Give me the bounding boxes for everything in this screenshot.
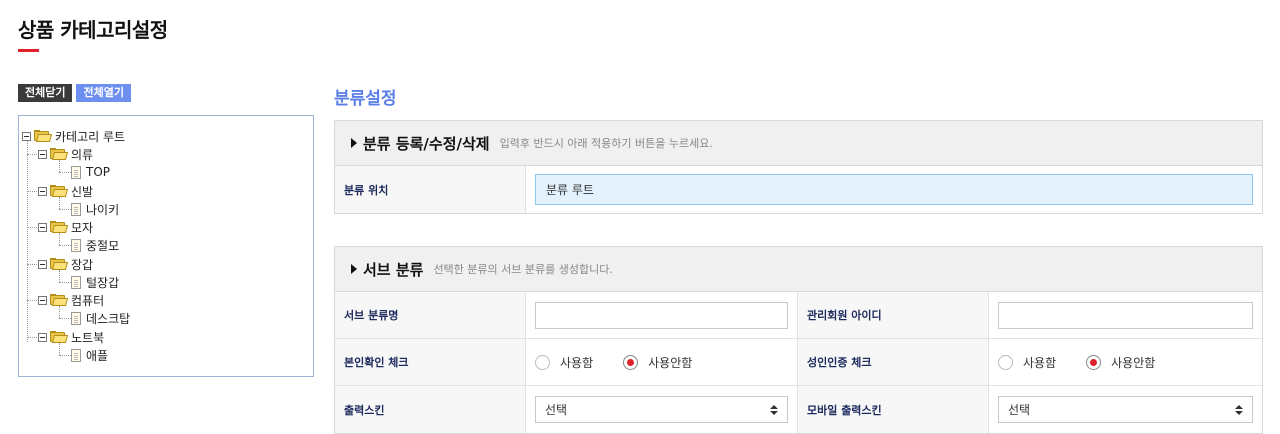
adult-not-use-radio[interactable]: 사용안함 xyxy=(1086,354,1155,371)
tree-node-label: 애플 xyxy=(86,348,109,363)
radio-checked-icon xyxy=(1086,354,1102,370)
tree-node-label: 의류 xyxy=(71,147,94,162)
collapse-toggle-icon[interactable] xyxy=(38,186,47,196)
location-field[interactable]: 분류 루트 xyxy=(535,174,1253,205)
sub-category-panel: 서브 분류 선택한 분류의 서브 분류를 생성합니다. 서브 분류명 관리회원 … xyxy=(334,246,1263,434)
title-underline xyxy=(18,49,39,52)
select-arrows-icon xyxy=(770,404,778,415)
caret-right-icon xyxy=(351,264,357,274)
sub-name-label: 서브 분류명 xyxy=(335,292,526,338)
skin-label: 출력스킨 xyxy=(335,386,526,433)
radio-unchecked-icon xyxy=(998,354,1013,370)
admin-id-input[interactable] xyxy=(998,301,1253,329)
tree-node-leaf[interactable]: TOP xyxy=(71,163,110,181)
section-title: 분류설정 xyxy=(334,89,397,109)
mobile-skin-select[interactable]: 선택 xyxy=(998,396,1253,423)
folder-open-icon xyxy=(50,185,69,197)
name-row: 서브 분류명 관리회원 아이디 xyxy=(335,292,1262,339)
document-icon xyxy=(71,165,81,179)
tree-node-label: 카테고리 루트 xyxy=(55,129,126,144)
panel-header: 분류 등록/수정/삭제 입력후 반드시 아래 적용하기 버튼을 누르세요. xyxy=(335,121,1262,166)
tree-node-label: 털장갑 xyxy=(86,275,120,290)
collapse-toggle-icon[interactable] xyxy=(38,295,47,305)
identity-use-radio[interactable]: 사용함 xyxy=(535,354,593,371)
collapse-toggle-icon[interactable] xyxy=(38,222,47,232)
tree-node-group[interactable]: 노트북 xyxy=(38,328,104,346)
panel-header: 서브 분류 선택한 분류의 서브 분류를 생성합니다. xyxy=(335,247,1262,292)
panel-hint: 선택한 분류의 서브 분류를 생성합니다. xyxy=(433,263,613,276)
panel-heading: 분류 등록/수정/삭제 xyxy=(363,134,490,153)
tree-node-label: 노트북 xyxy=(71,330,105,345)
admin-id-label: 관리회원 아이디 xyxy=(798,292,989,338)
tree-node-group[interactable]: 컴퓨터 xyxy=(38,291,104,309)
document-icon xyxy=(71,202,81,216)
panel-hint: 입력후 반드시 아래 적용하기 버튼을 누르세요. xyxy=(499,137,713,150)
tree-node-group[interactable]: 신발 xyxy=(38,182,93,200)
folder-open-icon xyxy=(50,148,69,160)
location-label: 분류 위치 xyxy=(335,166,526,213)
collapse-toggle-icon[interactable] xyxy=(38,332,47,342)
tree-node-leaf[interactable]: 털장갑 xyxy=(71,273,119,291)
tree-node-leaf[interactable]: 데스크탑 xyxy=(71,309,130,327)
radio-label: 사용안함 xyxy=(1111,355,1156,370)
select-value: 선택 xyxy=(545,403,568,417)
tree-node-label: 장갑 xyxy=(71,257,94,272)
tree-node-label: 신발 xyxy=(71,184,94,199)
caret-right-icon xyxy=(351,138,357,148)
tree-node-root[interactable]: 카테고리 루트 xyxy=(22,127,125,145)
folder-open-icon xyxy=(50,258,69,270)
tree-node-group[interactable]: 장갑 xyxy=(38,255,93,273)
panel-heading: 서브 분류 xyxy=(363,260,424,279)
category-tree: 카테고리 루트 의류 TOP 신발 나이키 모자 중절모 장갑 털장갑 컴퓨터 … xyxy=(18,115,314,377)
edit-category-panel: 분류 등록/수정/삭제 입력후 반드시 아래 적용하기 버튼을 누르세요. 분류… xyxy=(334,120,1263,214)
select-value: 선택 xyxy=(1008,403,1031,417)
tree-node-label: 컴퓨터 xyxy=(71,293,105,308)
document-icon xyxy=(71,311,81,325)
tree-node-label: 중절모 xyxy=(86,238,120,253)
skin-row: 출력스킨 선택 모바일 출력스킨 선택 xyxy=(335,386,1262,433)
collapse-toggle-icon[interactable] xyxy=(38,149,47,159)
radio-label: 사용안함 xyxy=(648,355,693,370)
tree-node-label: 모자 xyxy=(71,220,94,235)
tree-node-leaf[interactable]: 나이키 xyxy=(71,200,119,218)
radio-label: 사용함 xyxy=(560,355,594,370)
tree-node-leaf[interactable]: 애플 xyxy=(71,346,108,364)
folder-open-icon xyxy=(50,294,69,306)
folder-open-icon xyxy=(34,130,53,142)
tree-node-group[interactable]: 의류 xyxy=(38,145,93,163)
identity-check-label: 본인확인 체크 xyxy=(335,339,526,385)
tree-node-leaf[interactable]: 중절모 xyxy=(71,236,119,254)
document-icon xyxy=(71,348,81,362)
tree-node-label: 나이키 xyxy=(86,202,120,217)
check-row: 본인확인 체크 사용함 사용안함 성인인증 체크 사용함 사용안함 xyxy=(335,339,1262,386)
identity-not-use-radio[interactable]: 사용안함 xyxy=(623,354,692,371)
adult-use-radio[interactable]: 사용함 xyxy=(998,354,1056,371)
folder-open-icon xyxy=(50,331,69,343)
tree-node-label: 데스크탑 xyxy=(86,311,131,326)
radio-checked-icon xyxy=(623,354,639,370)
folder-open-icon xyxy=(50,221,69,233)
radio-unchecked-icon xyxy=(535,354,550,370)
select-arrows-icon xyxy=(1235,404,1243,415)
tree-node-group[interactable]: 모자 xyxy=(38,218,93,236)
adult-check-label: 성인인증 체크 xyxy=(798,339,989,385)
collapse-toggle-icon[interactable] xyxy=(38,259,47,269)
location-row: 분류 위치 분류 루트 xyxy=(335,166,1262,213)
radio-label: 사용함 xyxy=(1023,355,1057,370)
collapse-toggle-icon[interactable] xyxy=(22,131,31,141)
tree-controls: 전체닫기 전체열기 xyxy=(18,84,131,102)
page-title: 상품 카테고리설정 xyxy=(18,18,168,42)
document-icon xyxy=(71,275,81,289)
skin-select[interactable]: 선택 xyxy=(535,396,788,423)
collapse-all-button[interactable]: 전체닫기 xyxy=(18,84,73,102)
tree-node-label: TOP xyxy=(86,165,111,179)
mobile-skin-label: 모바일 출력스킨 xyxy=(798,386,989,433)
expand-all-button[interactable]: 전체열기 xyxy=(76,84,131,102)
sub-name-input[interactable] xyxy=(535,301,788,329)
document-icon xyxy=(71,238,81,252)
